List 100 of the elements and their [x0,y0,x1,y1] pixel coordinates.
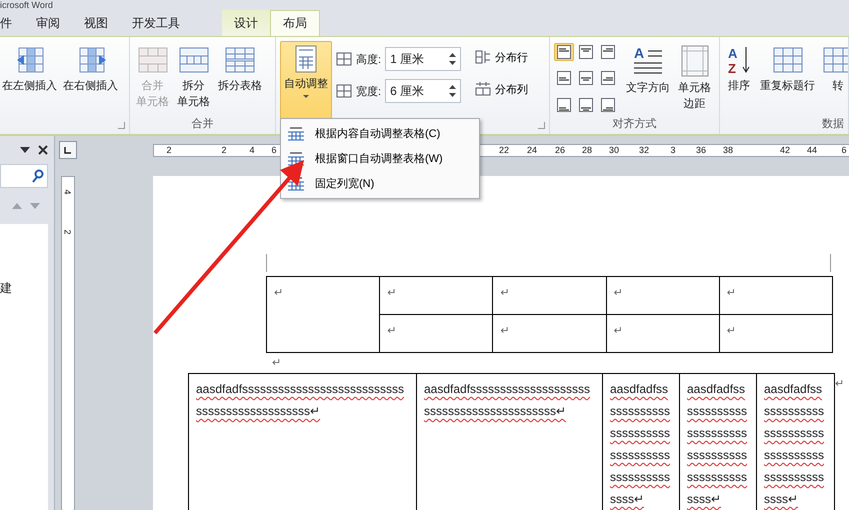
align-icon [579,45,593,59]
spinner-icon[interactable] [449,84,456,98]
ruler-number: 28 [582,145,592,156]
spinner-icon[interactable] [449,52,456,66]
ruler-number: 2 [222,145,226,156]
table-cell: ↵ [492,276,606,314]
ribbon-tab[interactable]: 布局 [270,10,320,36]
table-autofit-icon [287,176,305,192]
ruler-number: 44 [807,145,817,156]
column-width-icon [336,83,352,99]
split-cells-icon [178,45,208,75]
menu-item[interactable]: 固定列宽(N) [283,171,477,196]
menu-item[interactable]: 根据内容自动调整表格(C) [283,121,477,146]
align-icon [601,71,615,86]
field-label: 宽度: [356,84,382,98]
insert-column-button[interactable]: 在右侧插入 [61,41,120,134]
align-button[interactable] [554,96,574,114]
alignment-tool-button[interactable]: 单元格 边距 [676,41,713,116]
table-autofit-icon [295,45,317,73]
group-label: 数据 [821,117,845,132]
align-icon [557,98,571,112]
row-height-icon [336,51,352,67]
table-cell: ↵ [380,276,493,314]
table-cell: ↵ [380,314,493,352]
close-icon[interactable] [38,145,48,155]
table-cell: aasdfadfssssssssssssssssssssssssssssssssssssssssssssss↵ [602,374,680,510]
ribbon-tab[interactable]: 开发工具 [120,10,192,36]
left-tab-icon [64,146,71,154]
align-icon [579,98,593,112]
table-cell: aasdfadfssssssssssssssssssssssssssssssssssssssssss↵ [416,374,602,510]
window-title: icrosoft Word [0,0,53,10]
distribute-button[interactable]: 分布行 [473,47,530,67]
table-icon [823,45,848,75]
align-icon [601,45,615,59]
ruler-number: 4 [62,190,72,194]
field-label: 高度: [356,52,382,66]
size-input[interactable]: 6 厘米 [385,79,462,103]
insert-column-button[interactable]: 在左侧插入 [0,41,59,134]
table-copy-icon [772,45,802,75]
align-button[interactable] [576,43,596,61]
data-tool-button[interactable]: 重复标题行 [758,41,817,116]
distribute-columns-icon [475,81,492,97]
merge-button[interactable]: 拆分表格 [216,41,264,116]
search-field[interactable] [0,164,48,188]
dropdown-icon[interactable] [20,147,30,153]
menu-item[interactable]: 根据窗口自动调整表格(W) [283,146,477,171]
ruler-number: 4 [250,145,254,156]
ruler-number: 2 [166,145,172,156]
ruler-number: 6 [842,145,846,156]
merge-button[interactable]: 拆分 单元格 [175,41,212,116]
group-label: 对齐方式 [612,116,658,132]
ruler-number: 24 [527,145,537,156]
ruler-number: 30 [609,145,619,156]
align-button[interactable] [554,43,574,61]
cell-margins-icon [680,45,708,77]
align-button[interactable] [576,69,596,88]
table-cell: ↵ [719,276,832,314]
align-button[interactable] [598,43,618,61]
distribute-rows-icon [475,49,492,65]
align-icon [557,71,571,86]
align-icon [557,45,571,59]
table-cell: ↵ [266,276,380,352]
dialog-launcher-icon[interactable] [118,122,125,129]
tab-selector-button[interactable] [58,141,76,159]
ruler-number: 3 [670,145,676,156]
dialog-launcher-icon[interactable] [538,122,545,129]
search-icon [32,169,44,183]
group-label: 合并 [190,116,214,132]
table-cell: ↵ [492,314,606,352]
align-icon [579,71,593,86]
alignment-tool-button[interactable]: A 文字方向 [624,41,672,116]
table-autofit-icon [287,126,305,142]
table-cell: aasdfadfssssssssssssssssssssssssssssssssssssssssssssss↵ [188,374,416,510]
ruler-number: 22 [499,145,509,156]
ribbon-tab[interactable]: 件 [0,10,24,36]
align-button[interactable] [554,69,574,88]
ruler-number: 42 [780,145,790,156]
ruler-number: 36 [696,145,706,156]
table-cell: aasdfadfssssssssssssssssssssssssssssssssssssssssssssss↵ [756,374,834,510]
table-cell: aasdfadfssssssssssssssssssssssssssssssssssssssssssssss↵ [680,374,756,510]
table-cell: ↵ [719,314,832,352]
row-end-mark: ↵ [835,377,844,390]
data-tool-button[interactable]: A Z 排序 [724,41,754,116]
data-tool-button[interactable]: 转 [821,41,848,116]
caret-icon [303,95,309,98]
size-input[interactable]: 1 厘米 [385,47,462,71]
ribbon-tab[interactable]: 设计 [222,10,270,36]
ruler-number: 32 [639,145,649,156]
paragraph-mark: ↵ [272,356,282,371]
ribbon-tab[interactable]: 审阅 [24,10,72,36]
align-button[interactable] [598,96,618,114]
distribute-button[interactable]: 分布列 [473,79,530,99]
nav-item[interactable]: 建 [0,281,12,295]
table-insert-icon [14,45,44,75]
align-button[interactable] [598,69,618,88]
align-button[interactable] [576,96,596,114]
table-cell: ↵ [606,314,720,352]
split-table-icon [225,45,255,75]
ribbon-tab[interactable]: 视图 [72,10,120,36]
autofit-button[interactable]: 自动调整 [280,41,332,119]
